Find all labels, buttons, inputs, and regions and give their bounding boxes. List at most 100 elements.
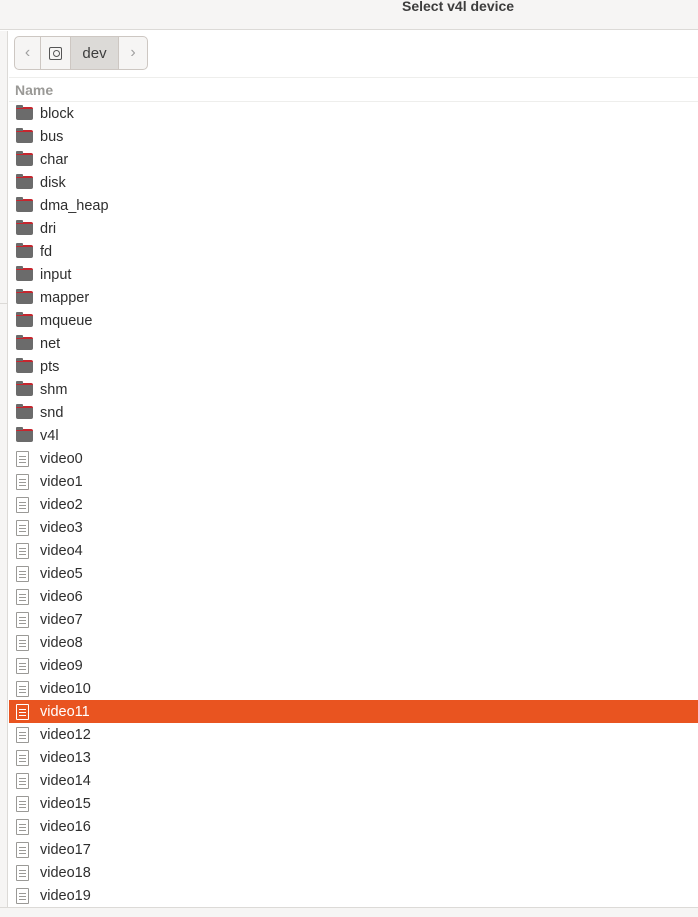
list-item-label: video12: [40, 726, 91, 743]
list-item[interactable]: video13: [9, 746, 698, 769]
list-item[interactable]: dma_heap: [9, 194, 698, 217]
list-item[interactable]: video17: [9, 838, 698, 861]
list-item[interactable]: video19: [9, 884, 698, 907]
list-item-icon-wrap: [9, 427, 40, 442]
list-item-label: mapper: [40, 289, 90, 306]
folder-icon: [16, 358, 33, 373]
list-item[interactable]: mapper: [9, 286, 698, 309]
path-root-button[interactable]: [41, 37, 71, 69]
file-list[interactable]: Name block bus char disk dma_heapdri fd input m…: [9, 77, 698, 907]
folder-icon: [16, 266, 33, 281]
list-item[interactable]: video6: [9, 585, 698, 608]
file-icon: [16, 887, 29, 904]
list-item[interactable]: pts: [9, 355, 698, 378]
list-item-label: disk: [40, 174, 66, 191]
bottom-bar: [0, 907, 698, 917]
list-item-icon-wrap: [9, 588, 40, 605]
disk-icon: [49, 46, 62, 60]
path-forward-button[interactable]: ›: [119, 37, 147, 69]
list-item-label: net: [40, 335, 61, 352]
list-item-icon-wrap: [9, 473, 40, 490]
list-item[interactable]: snd: [9, 401, 698, 424]
folder-icon: [16, 197, 33, 212]
list-item[interactable]: video5: [9, 562, 698, 585]
list-item[interactable]: video15: [9, 792, 698, 815]
folder-icon: [16, 404, 33, 419]
file-icon: [16, 841, 29, 858]
list-item-icon-wrap: [9, 634, 40, 651]
list-item[interactable]: video9: [9, 654, 698, 677]
list-item-label: input: [40, 266, 72, 283]
list-item-label: video9: [40, 657, 83, 674]
list-item[interactable]: video4: [9, 539, 698, 562]
list-item-icon-wrap: [9, 289, 40, 304]
list-item[interactable]: disk: [9, 171, 698, 194]
list-item-icon-wrap: [9, 772, 40, 789]
list-item[interactable]: video2: [9, 493, 698, 516]
list-item-label: fd: [40, 243, 53, 260]
list-item[interactable]: video11: [9, 700, 698, 723]
list-item[interactable]: bus: [9, 125, 698, 148]
list-item[interactable]: video16: [9, 815, 698, 838]
file-icon: [16, 818, 29, 835]
list-item-icon-wrap: [9, 703, 40, 720]
file-list-rows: block bus char disk dma_heapdri fd input mapper…: [9, 102, 698, 907]
list-item[interactable]: video14: [9, 769, 698, 792]
column-header-name[interactable]: Name: [9, 77, 698, 102]
list-item[interactable]: video8: [9, 631, 698, 654]
chevron-right-icon: ›: [130, 44, 136, 61]
list-item-icon-wrap: [9, 128, 40, 143]
list-item-icon-wrap: [9, 220, 40, 235]
list-item[interactable]: input: [9, 263, 698, 286]
list-item-label: char: [40, 151, 69, 168]
folder-icon: [16, 220, 33, 235]
path-back-button[interactable]: ‹: [15, 37, 41, 69]
list-item-label: snd: [40, 404, 64, 421]
list-item[interactable]: block: [9, 102, 698, 125]
list-item[interactable]: shm: [9, 378, 698, 401]
list-item-label: v4l: [40, 427, 59, 444]
list-item-label: video2: [40, 496, 83, 513]
list-item-icon-wrap: [9, 841, 40, 858]
list-item[interactable]: video7: [9, 608, 698, 631]
list-item[interactable]: char: [9, 148, 698, 171]
chevron-left-icon: ‹: [24, 44, 31, 61]
list-item[interactable]: mqueue: [9, 309, 698, 332]
list-item-icon-wrap: [9, 243, 40, 258]
list-item-label: mqueue: [40, 312, 93, 329]
list-item-icon-wrap: [9, 611, 40, 628]
list-item-label: block: [40, 105, 74, 122]
list-item[interactable]: video10: [9, 677, 698, 700]
list-item[interactable]: video3: [9, 516, 698, 539]
list-item[interactable]: dri: [9, 217, 698, 240]
list-item-icon-wrap: [9, 404, 40, 419]
folder-icon: [16, 105, 33, 120]
file-icon: [16, 772, 29, 789]
folder-icon: [16, 312, 33, 327]
list-item-label: dri: [40, 220, 57, 237]
list-item[interactable]: v4l: [9, 424, 698, 447]
list-item[interactable]: video18: [9, 861, 698, 884]
list-item[interactable]: video12: [9, 723, 698, 746]
list-item[interactable]: video1: [9, 470, 698, 493]
list-item-icon-wrap: [9, 565, 40, 582]
list-item-label: video10: [40, 680, 91, 697]
file-icon: [16, 680, 29, 697]
list-item-label: video17: [40, 841, 91, 858]
list-item-label: dma_heap: [40, 197, 109, 214]
list-item[interactable]: fd: [9, 240, 698, 263]
file-icon: [16, 703, 29, 720]
file-icon: [16, 473, 29, 490]
list-item-label: video13: [40, 749, 91, 766]
list-item-icon-wrap: [9, 496, 40, 513]
file-icon: [16, 864, 29, 881]
path-segment-dev[interactable]: dev: [71, 37, 119, 69]
list-item-icon-wrap: [9, 450, 40, 467]
list-item[interactable]: video0: [9, 447, 698, 470]
list-item-icon-wrap: [9, 887, 40, 904]
list-item-icon-wrap: [9, 726, 40, 743]
list-item[interactable]: net: [9, 332, 698, 355]
list-item-icon-wrap: [9, 312, 40, 327]
list-item-label: video3: [40, 519, 83, 536]
file-icon: [16, 795, 29, 812]
